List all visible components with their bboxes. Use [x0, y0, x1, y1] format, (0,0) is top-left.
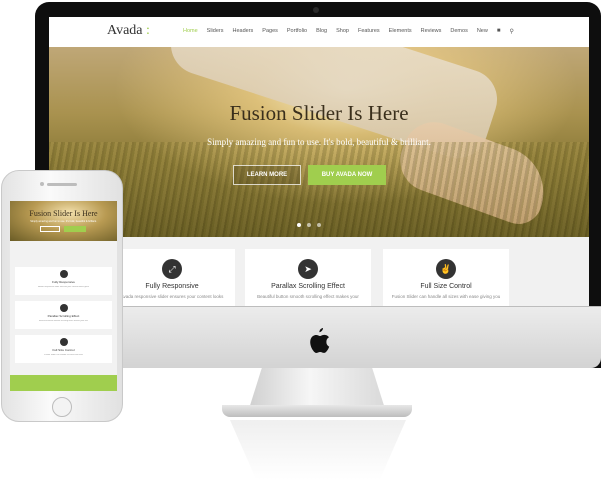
- phone-hero-subtitle: Simply amazing and fun to use. It's bold…: [30, 220, 97, 223]
- main-nav: Home Sliders Headers Pages Portfolio Blo…: [183, 28, 523, 35]
- logo-text: Avada: [107, 23, 143, 38]
- phone-green-banner: [10, 375, 117, 391]
- nav-home[interactable]: Home: [183, 28, 198, 35]
- feature-title: Parallax Scrolling Effect: [271, 283, 345, 290]
- phone-card-parallax: Parallax Scrolling Effect Beautiful butt…: [15, 301, 112, 329]
- phone-learn-more-button[interactable]: [40, 226, 60, 232]
- hero-slider: Fusion Slider Is Here Simply amazing and…: [49, 47, 589, 237]
- iphone-device: Fusion Slider Is Here Simply amazing and…: [1, 170, 123, 422]
- nav-elements[interactable]: Elements: [389, 28, 412, 35]
- slider-dot-2[interactable]: [307, 223, 311, 227]
- thumbs-up-icon: [59, 338, 68, 346]
- imac-screen: Avada : Home Sliders Headers Pages Portf…: [49, 17, 589, 306]
- features-section: ⤢ Fully Responsive Avada responsive slid…: [49, 237, 589, 306]
- phone-card-text: Fusion Slider can handle all sizes with …: [44, 354, 83, 356]
- feature-title: Full Size Control: [420, 283, 472, 290]
- phone-hero: Fusion Slider Is Here Simply amazing and…: [10, 201, 117, 241]
- slider-dot-1[interactable]: [297, 223, 301, 227]
- thumbs-up-icon: ✌: [436, 259, 456, 279]
- slider-dots: [297, 223, 321, 227]
- hero-title: Fusion Slider Is Here: [229, 101, 409, 125]
- feature-text: Beautiful button smooth scrolling effect…: [257, 294, 359, 299]
- nav-features[interactable]: Features: [358, 28, 380, 35]
- site-header: Avada : Home Sliders Headers Pages Portf…: [49, 17, 589, 47]
- rocket-icon: ➤: [298, 259, 318, 279]
- nav-reviews[interactable]: Reviews: [421, 28, 442, 35]
- phone-screen: Fusion Slider Is Here Simply amazing and…: [10, 201, 117, 391]
- nav-pages[interactable]: Pages: [262, 28, 278, 35]
- phone-speaker: [47, 183, 77, 186]
- feature-title: Fully Responsive: [145, 283, 199, 290]
- nav-sliders[interactable]: Sliders: [207, 28, 224, 35]
- phone-camera: [40, 182, 44, 186]
- imac-foot: [222, 405, 412, 417]
- nav-shop[interactable]: Shop: [336, 28, 349, 35]
- learn-more-button[interactable]: LEARN MORE: [233, 165, 301, 185]
- phone-card-text: Beautiful button smooth scrolling effect…: [39, 320, 88, 322]
- site-logo[interactable]: Avada :: [107, 23, 150, 39]
- slider-dot-3[interactable]: [317, 223, 321, 227]
- logo-mark: :: [146, 23, 150, 38]
- buy-avada-button[interactable]: BUY AVADA NOW: [308, 165, 386, 185]
- nav-new[interactable]: New: [477, 28, 488, 35]
- feature-text: Avada responsive slider ensures your con…: [120, 294, 224, 299]
- phone-card-responsive: Fully Responsive Avada responsive slider…: [15, 267, 112, 295]
- phone-card-title: Fully Responsive: [52, 280, 75, 284]
- phone-card-text: Avada responsive slider ensures your con…: [38, 286, 89, 288]
- phone-buy-button[interactable]: [64, 226, 86, 232]
- apple-logo-icon: [310, 328, 330, 353]
- expand-icon: ⤢: [162, 259, 182, 279]
- imac-camera: [313, 7, 319, 13]
- nav-demos[interactable]: Demos: [450, 28, 467, 35]
- expand-icon: [59, 270, 68, 278]
- stand-reflection: [230, 420, 406, 480]
- nav-headers[interactable]: Headers: [232, 28, 253, 35]
- nav-portfolio[interactable]: Portfolio: [287, 28, 307, 35]
- feature-card-size: ✌ Full Size Control Fusion Slider can ha…: [383, 249, 509, 306]
- search-icon[interactable]: ⚲: [509, 28, 513, 35]
- phone-card-title: Full Size Control: [52, 348, 75, 352]
- home-button[interactable]: [52, 397, 72, 417]
- phone-card-size: Full Size Control Fusion Slider can hand…: [15, 335, 112, 363]
- phone-hero-title: Fusion Slider Is Here: [29, 209, 98, 218]
- rocket-icon: [59, 304, 68, 312]
- feature-card-responsive: ⤢ Fully Responsive Avada responsive slid…: [109, 249, 235, 306]
- phone-card-title: Parallax Scrolling Effect: [47, 314, 80, 318]
- cart-icon[interactable]: ■: [497, 28, 501, 35]
- hero-subtitle: Simply amazing and fun to use. It's bold…: [207, 137, 431, 147]
- nav-blog[interactable]: Blog: [316, 28, 327, 35]
- feature-text: Fusion Slider can handle all sizes with …: [391, 294, 501, 299]
- feature-card-parallax: ➤ Parallax Scrolling Effect Beautiful bu…: [245, 249, 371, 306]
